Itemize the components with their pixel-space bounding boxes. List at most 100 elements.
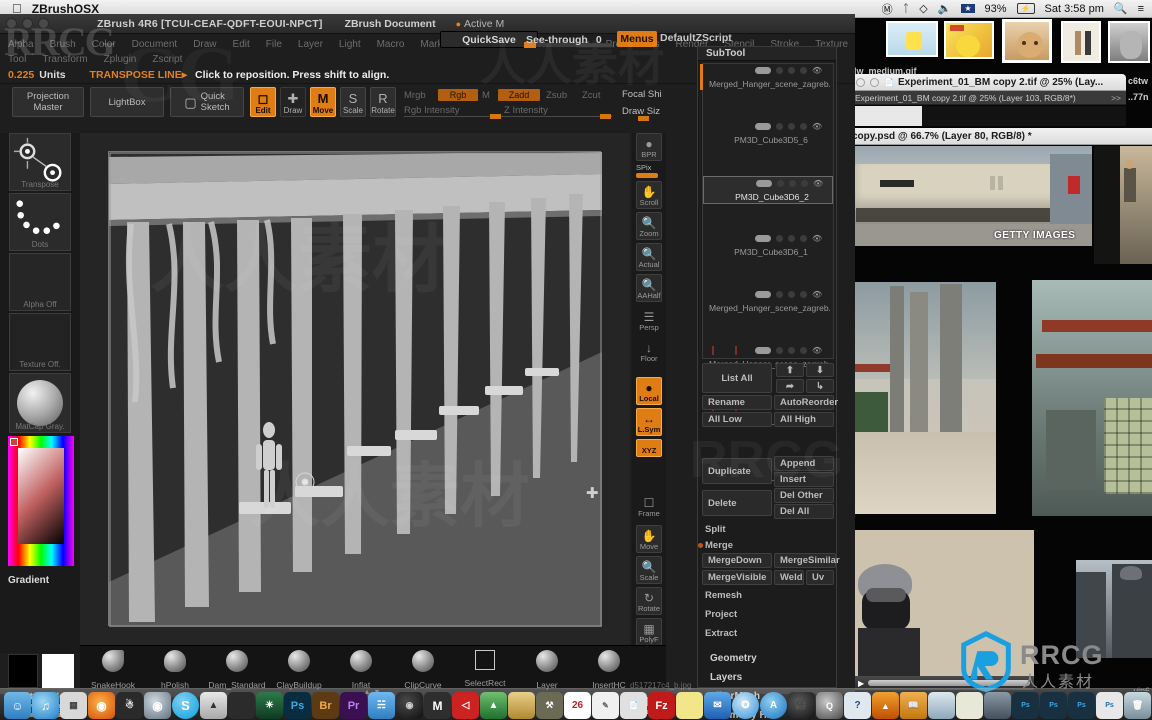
polypaint-toggle[interactable] — [777, 180, 784, 187]
photo-hangar-interior-2[interactable] — [1032, 280, 1152, 516]
menu-zscript[interactable]: Zscript — [152, 54, 191, 65]
subtool-row-toggles[interactable]: 👁 — [755, 346, 822, 355]
dock-item-psd-file-1[interactable]: Ps — [1012, 692, 1039, 719]
duplicate-button[interactable]: Duplicate — [702, 458, 772, 484]
subtool-row-4[interactable]: 👁 Merged_Hanger_scene_zagreb. — [703, 288, 833, 316]
menu-color[interactable]: Color — [92, 39, 125, 50]
rotate-button[interactable]: R Rotate — [370, 87, 396, 117]
menu-file[interactable]: File — [266, 39, 291, 50]
mask-toggle[interactable] — [789, 180, 796, 187]
play-icon[interactable]: ▶ — [858, 679, 864, 688]
all-low-button[interactable]: All Low — [702, 412, 772, 427]
menu-draw[interactable]: Draw — [193, 39, 225, 50]
eye-icon[interactable]: 👁 — [812, 290, 822, 299]
default-zscript-label[interactable]: DefaultZScript — [660, 32, 732, 44]
m-label[interactable]: M — [482, 90, 490, 101]
split-label[interactable]: Split — [705, 524, 726, 535]
volume-icon[interactable]: 🔈 — [938, 2, 952, 15]
dock-item-mail[interactable]: ✉ — [704, 692, 731, 719]
mergesimilar-button[interactable]: MergeSimilar — [774, 553, 840, 568]
dock-item-skype[interactable]: S — [172, 692, 199, 719]
scroll-button[interactable]: ✋ Scroll — [636, 181, 662, 209]
brush-toggle[interactable] — [800, 67, 807, 74]
photoshop-document-tab[interactable]: Experiment_01_BM copy 2.tif @ 25% (Layer… — [850, 91, 1126, 105]
dock-item-itunes[interactable]: ♫ — [32, 692, 59, 719]
zbrush-document-area[interactable] — [108, 151, 602, 627]
photoshop-window2-titlebar[interactable]: copy.psd @ 66.7% (Layer 80, RGB/8) * — [850, 128, 1152, 145]
perspective-button[interactable]: ☰ Persp — [636, 305, 662, 333]
close-icon[interactable] — [856, 77, 865, 87]
floor-button[interactable]: ↓ Floor — [636, 336, 662, 364]
flag-icon[interactable]: ★ — [961, 4, 975, 13]
polypaint-toggle[interactable] — [776, 235, 783, 242]
zoom-button[interactable]: 🔍 Zoom — [636, 212, 662, 240]
del-all-button[interactable]: Del All — [774, 504, 834, 519]
window-close-icon[interactable] — [6, 18, 17, 29]
subtool-title[interactable]: SubTool — [698, 47, 836, 61]
menu-edit[interactable]: Edit — [233, 39, 259, 50]
menu-zplugin[interactable]: Zplugin — [104, 54, 146, 65]
mergevisible-button[interactable]: MergeVisible — [702, 570, 772, 585]
draw-size-thumb[interactable] — [638, 116, 649, 121]
mask-toggle[interactable] — [788, 123, 795, 130]
mask-toggle[interactable] — [788, 235, 795, 242]
delete-button[interactable]: Delete — [702, 490, 772, 516]
thumb-doge[interactable] — [1002, 19, 1052, 63]
notification-center-icon[interactable]: ≡ — [1138, 3, 1144, 15]
polyframe-button[interactable]: ▦ PolyF — [636, 618, 662, 646]
secondary-color-swatch[interactable] — [42, 654, 74, 688]
dock-item-keyshot[interactable]: ☀ — [256, 692, 283, 719]
mergedown-button[interactable]: MergeDown — [702, 553, 772, 568]
clock[interactable]: Sat 3:58 pm — [1045, 3, 1104, 15]
edit-button[interactable]: ◻ Edit — [250, 87, 276, 117]
dock-item-modo[interactable]: M — [424, 692, 451, 719]
dock-item-dictionary[interactable]: 📖 — [900, 692, 927, 719]
menu-document[interactable]: Document — [132, 39, 187, 50]
all-high-button[interactable]: All High — [774, 412, 834, 427]
brush-toggle[interactable] — [800, 291, 807, 298]
menu-tool[interactable]: Tool — [8, 54, 35, 65]
battery-icon[interactable]: ⚡ — [1016, 3, 1035, 14]
dock-item-psd-file-2[interactable]: Ps — [1040, 692, 1067, 719]
thumb-cartoon-yellow[interactable] — [944, 21, 994, 59]
brush-toggle[interactable] — [800, 347, 807, 354]
thumb-cartoon-snow[interactable] — [886, 21, 938, 57]
photo-soldier-wall[interactable] — [1094, 146, 1152, 264]
remesh-label[interactable]: Remesh — [705, 590, 742, 601]
dock-item-folder-dark[interactable] — [228, 692, 255, 719]
menu-macro[interactable]: Macro — [377, 39, 414, 50]
weld-button[interactable]: Weld — [774, 570, 804, 585]
zsub-label[interactable]: Zsub — [546, 90, 567, 101]
rgb-intensity-thumb[interactable] — [490, 114, 501, 119]
autoreorder-button[interactable]: AutoReorder — [774, 395, 838, 410]
mask-toggle[interactable] — [788, 347, 795, 354]
eye-icon[interactable]: 👁 — [812, 122, 822, 131]
z-intensity-track[interactable] — [504, 116, 612, 117]
primary-color-swatch[interactable] — [8, 654, 38, 688]
zadd-toggle[interactable]: Zadd — [498, 89, 540, 101]
minimize-icon[interactable] — [870, 77, 879, 87]
rgb-toggle[interactable]: Rgb — [438, 89, 478, 101]
move-view-button[interactable]: ✋ Move — [636, 525, 662, 553]
color-picker[interactable] — [8, 436, 74, 566]
zcut-label[interactable]: Zcut — [582, 90, 600, 101]
lightbox-button[interactable]: LightBox — [90, 87, 164, 117]
dock-item-bridge[interactable]: Br — [312, 692, 339, 719]
bpr-button[interactable]: ● BPR — [636, 133, 662, 161]
eye-icon[interactable]: 👁 — [813, 179, 823, 188]
move-in-button[interactable]: ➦ — [776, 379, 804, 393]
merge-label[interactable]: Merge — [705, 540, 733, 551]
menu-brush[interactable]: Brush — [50, 39, 85, 50]
rgb-intensity-track[interactable] — [404, 116, 504, 117]
color-picker-marker[interactable] — [10, 438, 18, 446]
bluetooth-icon[interactable]: ᛏ — [903, 3, 910, 15]
dock-item-finder[interactable]: ☺ — [4, 692, 31, 719]
search-icon[interactable]: 🔍 — [1114, 2, 1128, 15]
dock-item-mari[interactable]: ◁ — [452, 692, 479, 719]
dock-item-premiere[interactable]: Pr — [340, 692, 367, 719]
polypaint-toggle[interactable] — [776, 347, 783, 354]
section-geometry[interactable]: Geometry — [710, 653, 757, 664]
extract-label[interactable]: Extract — [705, 628, 737, 639]
menu-alpha[interactable]: Alpha — [8, 39, 43, 50]
spix-slider[interactable]: SPix — [636, 163, 662, 179]
